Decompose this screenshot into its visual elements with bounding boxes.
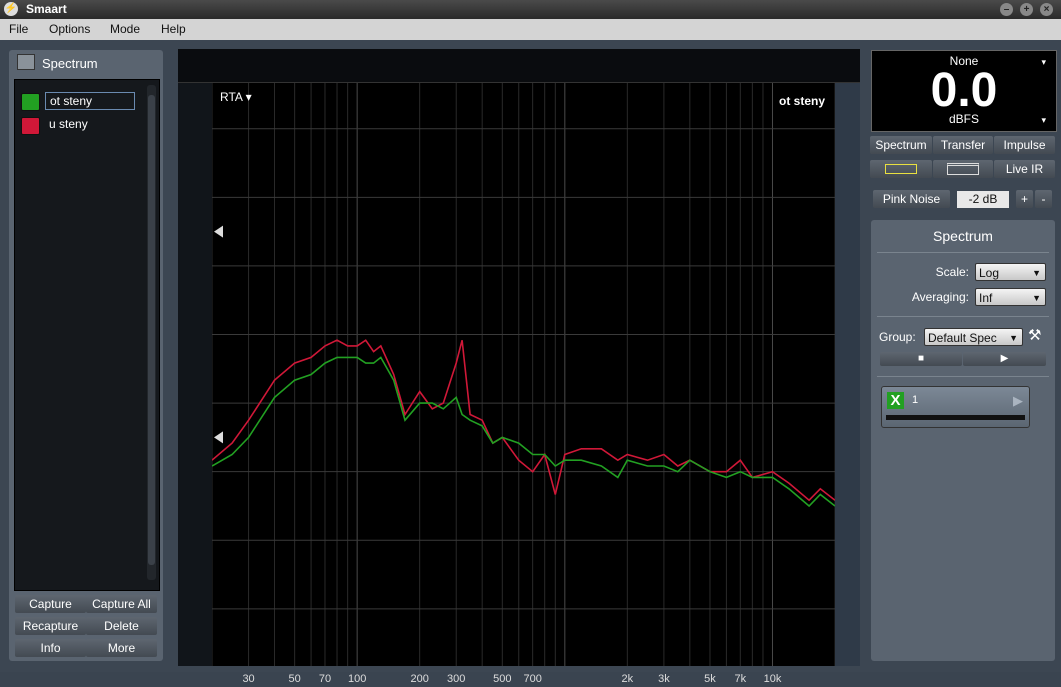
scale-value: Log	[979, 266, 1000, 280]
menu-bar: File Options Mode Help	[0, 19, 1061, 40]
capture-button[interactable]: Capture	[15, 595, 86, 613]
x-tick-label: 700	[523, 673, 541, 685]
input-number: 1	[912, 394, 919, 406]
single-view-button[interactable]	[870, 160, 932, 178]
x-tick-label: 100	[348, 673, 366, 685]
stop-icon: ■	[917, 353, 925, 364]
x-tick-label: 30	[242, 673, 254, 685]
level-meter: None 0.0 dBFS ▾ ▾	[871, 50, 1057, 132]
divider	[877, 316, 1049, 317]
trace-name-label[interactable]: u steny	[45, 116, 92, 132]
group-value: Default Spec	[928, 331, 997, 345]
trace-item[interactable]: ot steny	[21, 92, 141, 111]
close-icon[interactable]: ×	[1040, 3, 1053, 16]
noise-level-field[interactable]: -2 dB	[957, 191, 1009, 208]
input-level-bar	[886, 415, 1025, 420]
rta-mode-label[interactable]: RTA ▾	[220, 90, 252, 104]
play-icon[interactable]: ▶	[1013, 393, 1023, 409]
noise-increase-button[interactable]: +	[1016, 190, 1033, 208]
pink-noise-button[interactable]: Pink Noise	[873, 190, 950, 208]
divider	[877, 252, 1049, 253]
trace-list: ot steny u steny	[14, 79, 160, 591]
x-tick-label: 300	[447, 673, 465, 685]
x-tick-label: 500	[493, 673, 511, 685]
plot-background	[212, 83, 835, 666]
recapture-button[interactable]: Recapture	[15, 617, 86, 635]
title-bar: ⚡ Smaart – + ×	[0, 0, 1061, 19]
menu-mode[interactable]: Mode	[110, 22, 140, 36]
tools-icon[interactable]: ⚒	[1028, 326, 1041, 344]
trace-panel: Spectrum ot steny u steny Capture Captur…	[9, 50, 163, 661]
trace-list-scrollbar[interactable]	[147, 85, 156, 580]
chevron-down-icon: ▼	[1032, 293, 1041, 303]
group-select[interactable]: Default Spec ▼	[924, 328, 1023, 346]
x-tick-label: 7k	[735, 673, 747, 685]
menu-file[interactable]: File	[9, 22, 28, 36]
spectrum-settings-panel: Spectrum Scale: Log ▼ Averaging: Inf ▼ G…	[871, 220, 1055, 661]
chevron-down-icon: ▼	[1009, 333, 1018, 343]
divider	[877, 376, 1049, 377]
minimize-icon[interactable]: –	[1000, 3, 1013, 16]
stop-button[interactable]: ■	[880, 352, 962, 366]
single-pane-icon	[885, 164, 917, 174]
spectrum-plot[interactable]: -12-24-36-48-60-72-84-963050701002003005…	[212, 83, 835, 687]
window-title: Smaart	[26, 2, 67, 16]
noise-decrease-button[interactable]: -	[1035, 190, 1052, 208]
live-ir-button[interactable]: Live IR	[994, 160, 1055, 178]
meter-unit: dBFS	[948, 112, 979, 126]
meter-dropdown-icon[interactable]: ▾	[1041, 57, 1046, 68]
input-meter-slot[interactable]: X 1 ▶	[881, 386, 1030, 428]
x-tick-label: 3k	[658, 673, 670, 685]
scrollbar-thumb[interactable]	[148, 95, 155, 565]
play-icon: ▶	[1000, 353, 1009, 364]
graph-side-strip	[835, 83, 860, 666]
trace-item[interactable]: u steny	[21, 116, 141, 135]
trace-color-swatch[interactable]	[21, 93, 40, 111]
dual-pane-icon	[947, 163, 979, 175]
x-tick-label: 50	[289, 673, 301, 685]
averaging-label: Averaging:	[911, 290, 969, 304]
capture-all-button[interactable]: Capture All	[86, 595, 157, 613]
x-tick-label: 2k	[622, 673, 634, 685]
delete-button[interactable]: Delete	[86, 617, 157, 635]
tab-spectrum[interactable]: Spectrum	[870, 136, 932, 154]
tab-impulse[interactable]: Impulse	[994, 136, 1055, 154]
group-label: Group:	[879, 330, 916, 344]
scale-select[interactable]: Log ▼	[975, 263, 1046, 281]
smaart-logo-icon: ⚡	[4, 2, 18, 16]
chevron-down-icon: ▼	[1032, 268, 1041, 278]
x-tick-label: 200	[410, 673, 428, 685]
settings-title: Spectrum	[933, 228, 993, 244]
trace-label: ot steny	[779, 94, 825, 108]
x-toggle-icon[interactable]: X	[887, 392, 904, 409]
maximize-icon[interactable]: +	[1020, 3, 1033, 16]
x-tick-label: 10k	[764, 673, 782, 685]
trace-panel-title: Spectrum	[42, 56, 98, 71]
x-tick-label: 5k	[704, 673, 716, 685]
rta-graph: -12-24-36-48-60-72-84-963050701002003005…	[178, 49, 860, 685]
graph-header	[178, 49, 860, 83]
meter-value: 0.0	[930, 64, 998, 117]
trace-name-field[interactable]: ot steny	[45, 92, 135, 110]
more-button[interactable]: More	[86, 639, 157, 657]
tab-transfer[interactable]: Transfer	[933, 136, 993, 154]
menu-help[interactable]: Help	[161, 22, 186, 36]
trace-color-swatch[interactable]	[21, 117, 40, 135]
split-view-button[interactable]	[933, 160, 993, 178]
averaging-value: Inf	[979, 291, 993, 305]
averaging-select[interactable]: Inf ▼	[975, 288, 1046, 306]
panel-toggle-button[interactable]	[17, 54, 35, 70]
scale-label: Scale:	[935, 265, 969, 279]
play-button[interactable]: ▶	[963, 352, 1046, 366]
x-tick-label: 70	[319, 673, 331, 685]
meter-unit-dropdown-icon[interactable]: ▾	[1041, 115, 1046, 126]
menu-options[interactable]: Options	[49, 22, 90, 36]
info-button[interactable]: Info	[15, 639, 86, 657]
